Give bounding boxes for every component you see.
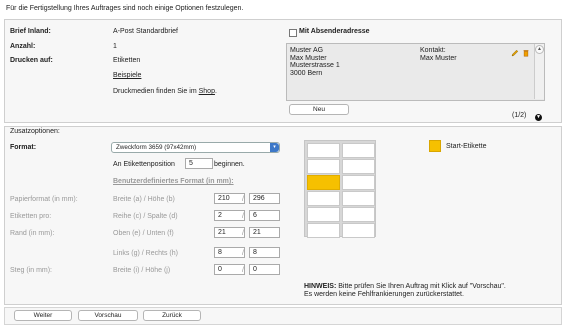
row-label: Papierformat (in mm): [10, 196, 78, 203]
edit-icon[interactable] [511, 49, 519, 57]
address-line: Musterstrasse 1 [290, 62, 340, 70]
labels-per-row-input[interactable]: 2 [214, 210, 245, 221]
row-label: Steg (in mm): [10, 267, 53, 274]
weiter-button[interactable]: Weiter [14, 310, 72, 321]
start-label-legend: Start-Etikette [446, 143, 487, 150]
separator: / [242, 196, 244, 203]
drucken-value: Etiketten [113, 57, 141, 64]
address-lines: Muster AG Max Muster Musterstrasse 1 300… [290, 47, 340, 77]
scroll-up-icon[interactable]: ▲ [535, 45, 544, 54]
paper-width-input[interactable]: 210 [214, 193, 245, 204]
separator: / [242, 230, 244, 237]
format-select-value: Zweckform 3659 (97x42mm) [116, 144, 197, 151]
shop-hint-text: Druckmedien finden Sie im [113, 88, 197, 95]
anzahl-value: 1 [113, 43, 117, 50]
new-address-button[interactable]: Neu [289, 104, 349, 115]
separator: / [242, 213, 244, 220]
label-cell[interactable] [342, 143, 375, 158]
gap-width-input[interactable]: 0 [214, 264, 245, 275]
margin-bottom-input[interactable]: 21 [249, 227, 280, 238]
options-panel [4, 126, 562, 305]
row-desc: Oben (e) / Unten (f) [113, 230, 174, 237]
sender-checkbox[interactable] [289, 29, 297, 37]
label-cell[interactable] [307, 207, 340, 222]
contact-block: Kontakt: Max Muster [420, 47, 457, 62]
anzahl-label: Anzahl: [10, 43, 36, 50]
sender-checkbox-label: Mit Absenderadresse [299, 28, 370, 35]
label-cell[interactable] [307, 223, 340, 238]
zurueck-button[interactable]: Zurück [143, 310, 201, 321]
scroll-down-icon[interactable]: ▼ [535, 114, 542, 121]
drucken-label: Drucken auf: [10, 57, 53, 64]
address-line: Muster AG [290, 47, 324, 54]
brief-label: Brief Inland: [10, 28, 51, 35]
start-label-cell[interactable] [307, 175, 340, 190]
label-cell[interactable] [307, 143, 340, 158]
labels-per-column-input[interactable]: 6 [249, 210, 280, 221]
examples-link[interactable]: Beispiele [113, 72, 141, 79]
label-cell[interactable] [307, 191, 340, 206]
label-cell[interactable] [342, 159, 375, 174]
contact-label: Kontakt: [420, 47, 446, 54]
label-sheet-preview [304, 140, 376, 238]
label-cell[interactable] [342, 207, 375, 222]
hint-line-1: HINWEIS: Bitte prüfen Sie Ihren Auftrag … [304, 283, 506, 291]
label-cell[interactable] [342, 175, 375, 190]
row-desc: Breite (a) / Höhe (b) [113, 196, 175, 203]
separator: / [242, 267, 244, 274]
row-label: Etiketten pro: [10, 213, 52, 220]
margin-right-input[interactable]: 8 [249, 247, 280, 258]
start-label-swatch [429, 140, 441, 152]
address-line: 3000 Bern [290, 69, 323, 77]
chevron-down-icon[interactable]: ▾ [270, 143, 279, 152]
row-desc: Reihe (c) / Spalte (d) [113, 213, 178, 220]
format-label: Format: [10, 144, 37, 151]
row-desc: Breite (i) / Höhe (j) [113, 267, 171, 274]
separator: / [242, 250, 244, 257]
delete-icon[interactable] [522, 49, 530, 57]
shop-hint-suffix: . [214, 88, 217, 95]
paper-height-input[interactable]: 296 [249, 193, 280, 204]
label-cell[interactable] [342, 223, 375, 238]
label-cell[interactable] [342, 191, 375, 206]
vorschau-button[interactable]: Vorschau [78, 310, 138, 321]
hint-text-2: Es werden keine Fehlfrankierungen zurück… [304, 291, 464, 298]
position-input[interactable]: 5 [185, 158, 213, 169]
brief-value: A-Post Standardbrief [113, 28, 178, 35]
label-cell[interactable] [307, 159, 340, 174]
margin-top-input[interactable]: 21 [214, 227, 245, 238]
gap-height-input[interactable]: 0 [249, 264, 280, 275]
address-line: Max Muster [290, 54, 327, 62]
margin-left-input[interactable]: 8 [214, 247, 245, 258]
shop-link[interactable]: Shop [199, 88, 215, 95]
row-desc: Links (g) / Rechts (h) [113, 250, 178, 257]
intro-text: Für die Fertigstellung Ihres Auftrages s… [6, 5, 244, 12]
custom-format-title: Benutzerdefiniertes Format (in mm): [113, 178, 234, 185]
address-pager: (1/2) [512, 112, 527, 119]
contact-value: Max Muster [420, 54, 457, 62]
position-suffix: beginnen. [214, 161, 245, 168]
hint-block: HINWEIS: Bitte prüfen Sie Ihren Auftrag … [304, 283, 506, 299]
position-label: An Etikettenposition [113, 161, 175, 168]
hint-text-1: Bitte prüfen Sie Ihren Auftrag mit Klick… [338, 283, 506, 290]
row-label: Rand (in mm): [10, 230, 55, 237]
hint-title: HINWEIS: [304, 283, 337, 290]
shop-hint: Druckmedien finden Sie im Shop. [113, 88, 217, 95]
format-select[interactable]: Zweckform 3659 (97x42mm) ▾ [111, 142, 280, 153]
zusatz-title: Zusatzoptionen: [10, 128, 60, 135]
